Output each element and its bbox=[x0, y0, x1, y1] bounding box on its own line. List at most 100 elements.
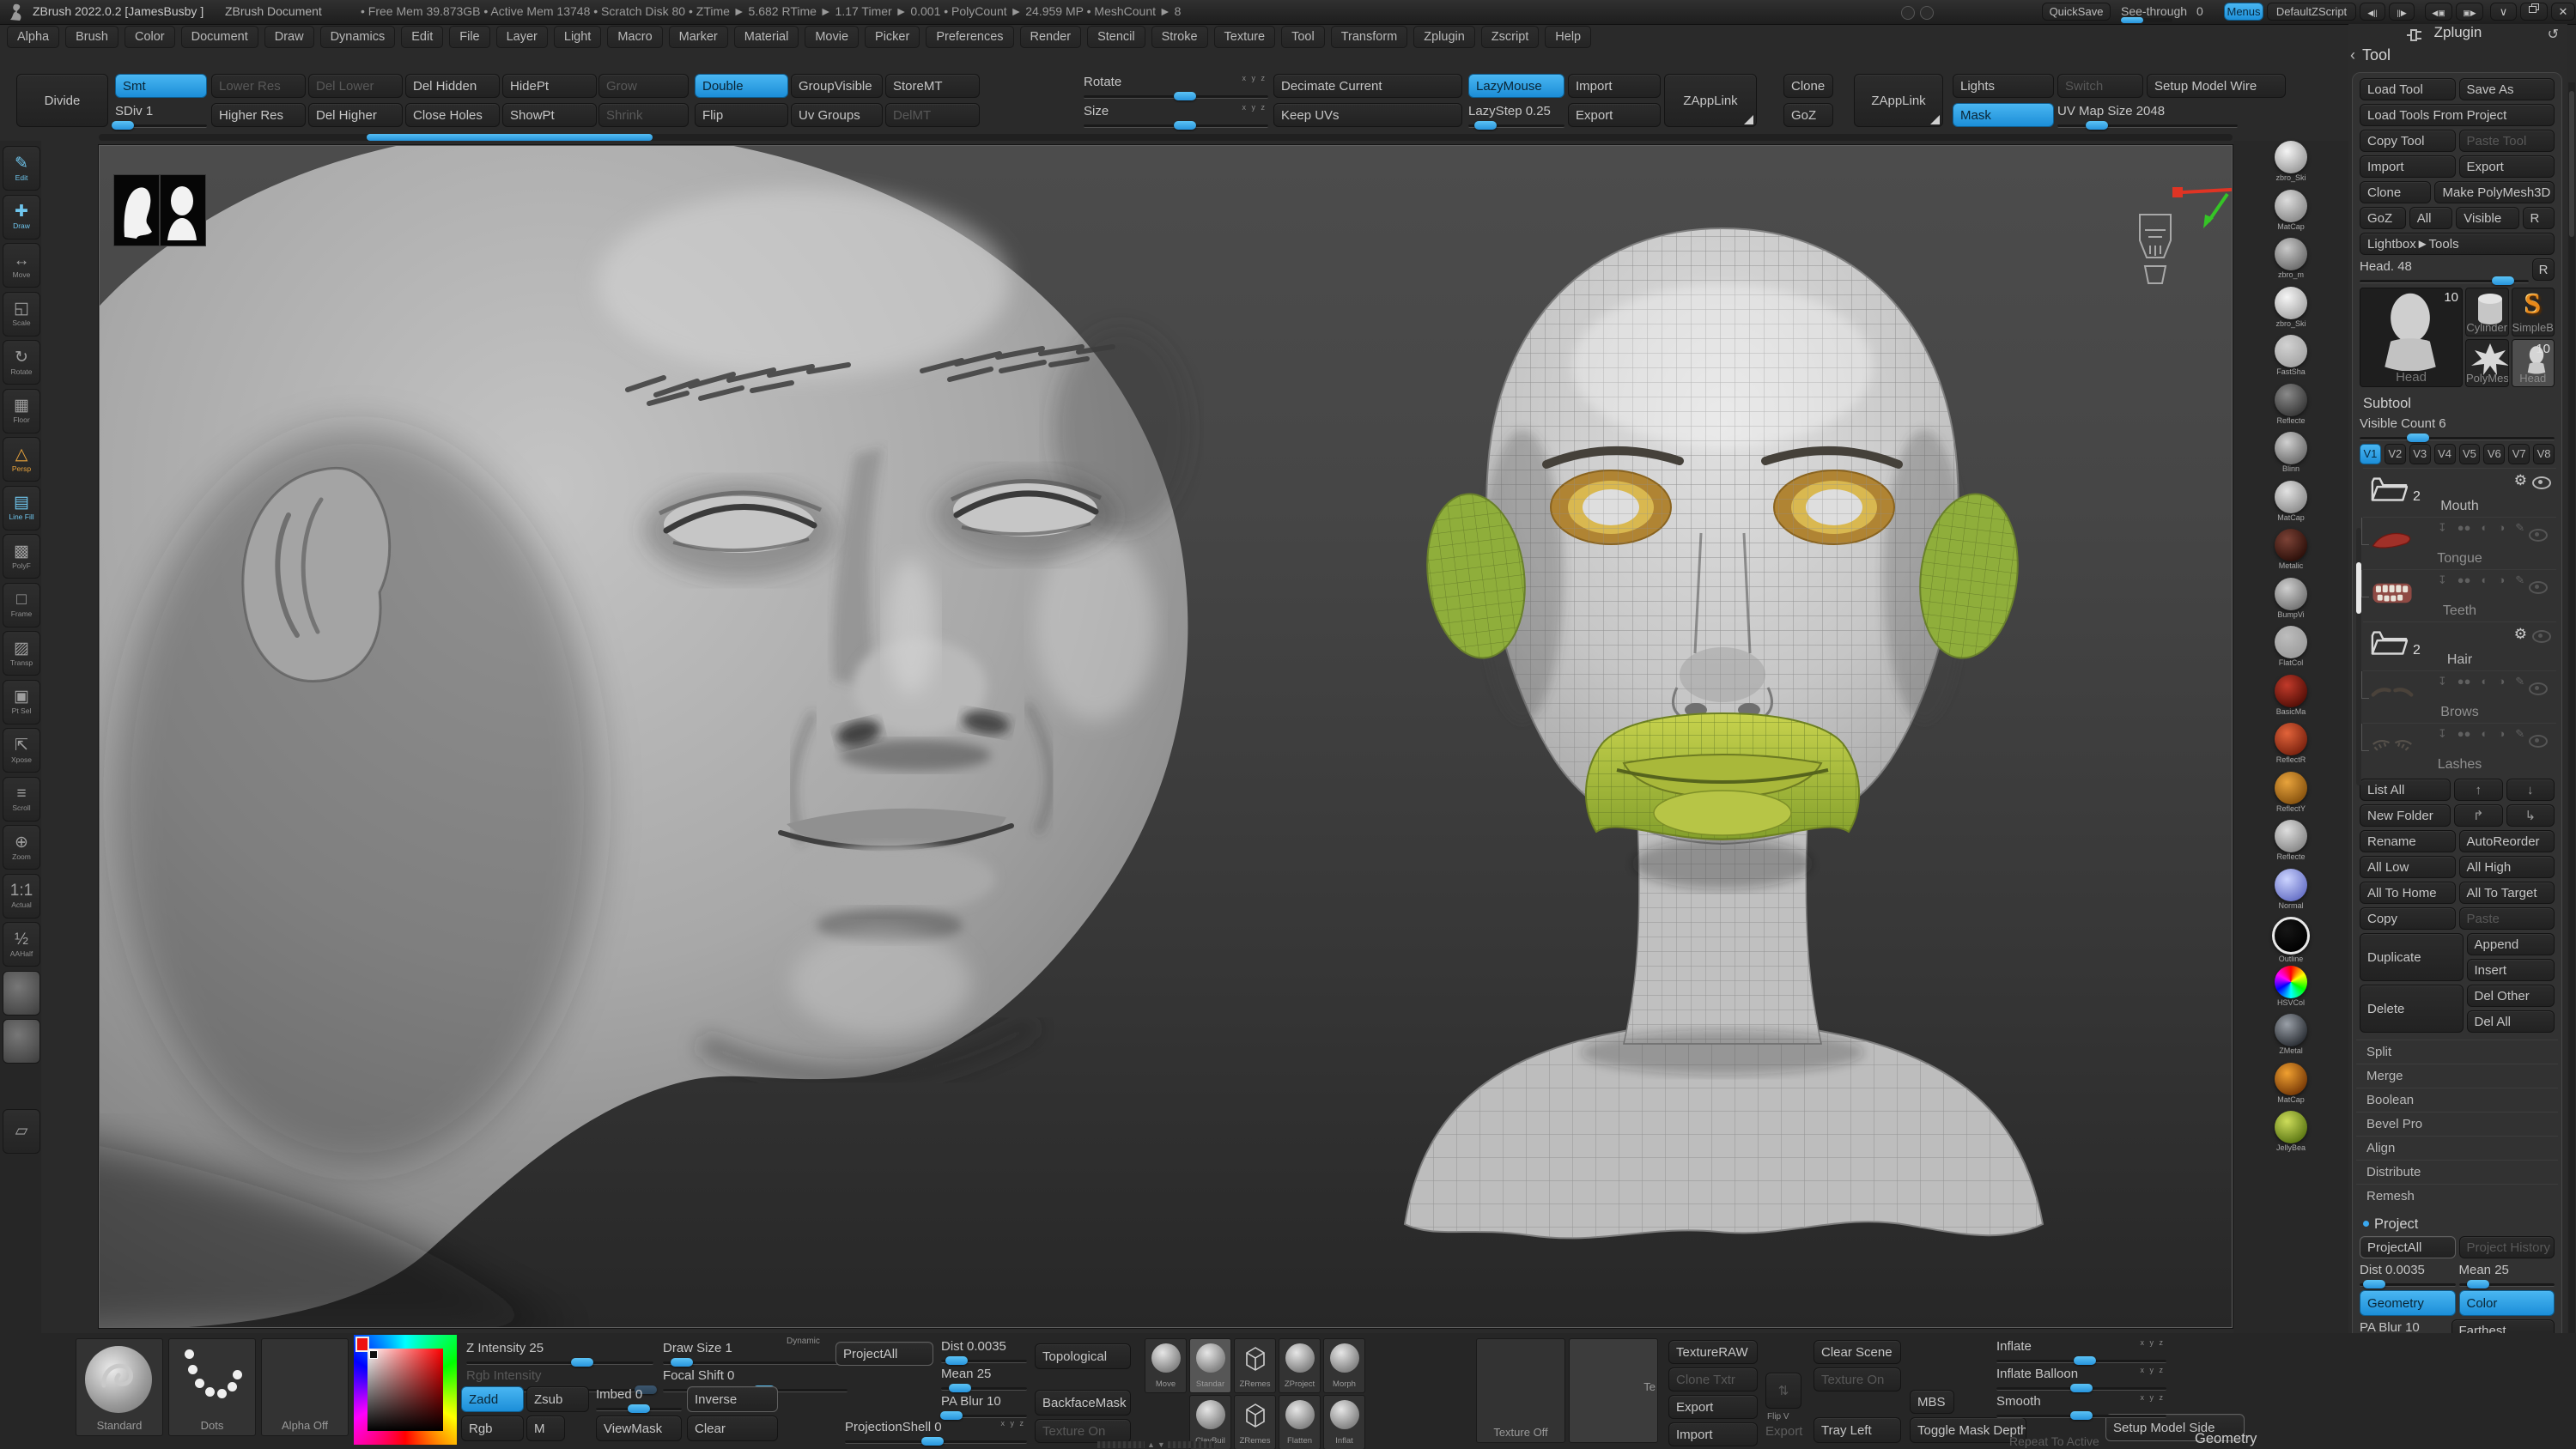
dock-draw[interactable]: ✚Draw bbox=[3, 195, 40, 239]
menu-file[interactable]: File bbox=[449, 26, 489, 48]
brush-thumb-inflat[interactable]: Inflat bbox=[1323, 1395, 1365, 1449]
dock-edit[interactable]: ✎Edit bbox=[3, 146, 40, 191]
menu-texture[interactable]: Texture bbox=[1214, 26, 1276, 48]
shelf-scrollbar[interactable]: ▲▼ bbox=[1097, 1440, 1235, 1449]
tab-v7[interactable]: V7 bbox=[2508, 444, 2530, 464]
menu-zscript[interactable]: Zscript bbox=[1481, 26, 1540, 48]
window-restore-icon[interactable] bbox=[2520, 3, 2548, 21]
menus-toggle[interactable]: Menus bbox=[2224, 3, 2263, 21]
model-preview-icon[interactable] bbox=[2129, 211, 2181, 306]
button-import[interactable]: Import bbox=[2360, 155, 2456, 178]
button-new-folder[interactable]: New Folder bbox=[2360, 804, 2451, 827]
button-item[interactable]: ↑ bbox=[2454, 779, 2503, 801]
dock-transp[interactable]: ▨Transp bbox=[3, 631, 40, 676]
material-matcap-swatch[interactable]: MatCap bbox=[2259, 481, 2323, 522]
quicksave-button[interactable]: QuickSave bbox=[2042, 3, 2111, 21]
button-mbs[interactable]: MBS bbox=[1910, 1390, 1954, 1414]
material-reflecte-swatch[interactable]: Reflecte bbox=[2259, 384, 2323, 425]
menu-brush[interactable]: Brush bbox=[65, 26, 118, 48]
menu-stroke[interactable]: Stroke bbox=[1151, 26, 1208, 48]
window-close-icon[interactable]: ✕ bbox=[2551, 3, 2575, 21]
subtool-folder-mouth[interactable]: 2⚙Mouth bbox=[2363, 468, 2556, 517]
dock-cube[interactable]: ▱ bbox=[3, 1109, 40, 1154]
window-shade-icon[interactable]: ∨ bbox=[2490, 3, 2517, 21]
dock-frame[interactable]: □Frame bbox=[3, 583, 40, 627]
slider-handle[interactable] bbox=[112, 121, 134, 130]
button-keep-uvs[interactable]: Keep UVs bbox=[1273, 103, 1462, 127]
material-blinn-swatch[interactable]: Blinn bbox=[2259, 432, 2323, 473]
button-topological[interactable]: Topological bbox=[1035, 1343, 1131, 1369]
slider-handle[interactable] bbox=[671, 1358, 693, 1367]
slider-imbed-0[interactable]: Imbed 0 bbox=[596, 1386, 682, 1411]
bake-icon[interactable]: ↧ bbox=[2438, 573, 2447, 587]
slider-handle[interactable] bbox=[2467, 1280, 2489, 1288]
subtool-section-header[interactable]: Subtool bbox=[2363, 396, 2555, 412]
section-bevel-pro[interactable]: Bevel Pro bbox=[2356, 1112, 2558, 1136]
button-make-polymesh3d[interactable]: Make PolyMesh3D bbox=[2434, 181, 2555, 203]
texture-off-tile[interactable]: Texture Off bbox=[1476, 1338, 1565, 1443]
button-del-higher[interactable]: Del Higher bbox=[308, 103, 403, 127]
button-r[interactable]: R bbox=[2532, 258, 2555, 281]
button-del-all[interactable]: Del All bbox=[2467, 1010, 2555, 1033]
button-export[interactable]: Export bbox=[2459, 155, 2555, 178]
button-grow[interactable]: Grow bbox=[598, 74, 689, 98]
button-paste[interactable]: Paste bbox=[2459, 907, 2555, 930]
slider-smooth[interactable]: Smoothx y z bbox=[1996, 1393, 2166, 1418]
section-split[interactable]: Split bbox=[2356, 1040, 2558, 1064]
texture-preview-tile[interactable]: Te bbox=[1569, 1338, 1658, 1443]
dock-floor[interactable]: ▦Floor bbox=[3, 389, 40, 433]
see-through-slider[interactable] bbox=[2121, 18, 2172, 22]
slider-track[interactable] bbox=[2360, 280, 2529, 283]
polypaint-icon[interactable]: ●● bbox=[2458, 727, 2471, 741]
button-import[interactable]: Import bbox=[1568, 74, 1661, 98]
dock-xpose[interactable]: ⇱Xpose bbox=[3, 728, 40, 773]
bake-icon[interactable]: ↧ bbox=[2438, 521, 2447, 535]
shade-icon[interactable]: ◐ bbox=[2482, 675, 2488, 688]
panel-back-icon[interactable]: ‹ bbox=[2350, 46, 2355, 64]
material-reflectr-swatch[interactable]: ReflectR bbox=[2259, 723, 2323, 764]
material-jellybea-swatch[interactable]: JellyBea bbox=[2259, 1111, 2323, 1152]
tab-v5[interactable]: V5 bbox=[2459, 444, 2481, 464]
contrast-icon[interactable]: ◑ bbox=[2498, 675, 2505, 688]
button-mask[interactable]: Mask bbox=[1953, 103, 2054, 127]
button-storemt[interactable]: StoreMT bbox=[885, 74, 980, 98]
slider-z-intensity-25[interactable]: Z Intensity 25 bbox=[466, 1340, 653, 1365]
button-del-hidden[interactable]: Del Hidden bbox=[405, 74, 500, 98]
slider-track[interactable] bbox=[2057, 124, 2238, 128]
material-outline-swatch[interactable]: Outline bbox=[2259, 917, 2323, 963]
tab-v1[interactable]: V1 bbox=[2360, 444, 2381, 464]
dock-polyf[interactable]: ▩PolyF bbox=[3, 534, 40, 579]
button-hidept[interactable]: HidePt bbox=[502, 74, 597, 98]
canvas-viewport[interactable] bbox=[99, 145, 2233, 1328]
section-merge[interactable]: Merge bbox=[2356, 1064, 2558, 1088]
button-goz[interactable]: GoZ bbox=[1783, 103, 1833, 127]
button-geometry[interactable]: Geometry bbox=[2360, 1290, 2456, 1316]
dock-move[interactable]: ↔Move bbox=[3, 243, 40, 288]
subtool-folder-hair[interactable]: 2⚙Hair bbox=[2363, 621, 2556, 670]
gear-icon[interactable]: ⚙ bbox=[2514, 626, 2527, 643]
button-duplicate[interactable]: Duplicate bbox=[2360, 933, 2464, 981]
dock-scale[interactable]: ◱Scale bbox=[3, 292, 40, 336]
button-rgb[interactable]: Rgb bbox=[461, 1416, 524, 1441]
slider-handle[interactable] bbox=[945, 1356, 968, 1365]
color-picker[interactable] bbox=[354, 1335, 457, 1445]
button-lazymouse[interactable]: LazyMouse bbox=[1468, 74, 1564, 98]
scroll-up-icon[interactable]: ▲ bbox=[1147, 1440, 1155, 1449]
button-viewmask[interactable]: ViewMask bbox=[596, 1416, 682, 1441]
button-item[interactable]: ↱ bbox=[2454, 804, 2503, 827]
slider-sdiv-1[interactable]: SDiv 1 bbox=[115, 103, 207, 128]
button-delmt[interactable]: DelMT bbox=[885, 103, 980, 127]
menu-draw[interactable]: Draw bbox=[264, 26, 314, 48]
sv-square[interactable] bbox=[368, 1349, 443, 1431]
slider-track[interactable] bbox=[596, 1408, 682, 1411]
slider-track[interactable] bbox=[2360, 1283, 2456, 1287]
dock-thumb[interactable] bbox=[3, 1019, 40, 1064]
gear-icon[interactable]: ⚙ bbox=[2514, 472, 2527, 489]
slider-track[interactable] bbox=[2459, 1283, 2555, 1287]
document-hscrollbar-handle[interactable] bbox=[367, 134, 653, 141]
button-repeat-to-active[interactable]: Repeat To Active bbox=[2002, 1431, 2123, 1449]
shade-icon[interactable]: ◐ bbox=[2482, 727, 2488, 741]
brush-icon[interactable]: ✎ bbox=[2515, 727, 2524, 741]
tile-dots[interactable]: Dots bbox=[168, 1338, 256, 1436]
brush-icon[interactable]: ✎ bbox=[2515, 573, 2524, 587]
